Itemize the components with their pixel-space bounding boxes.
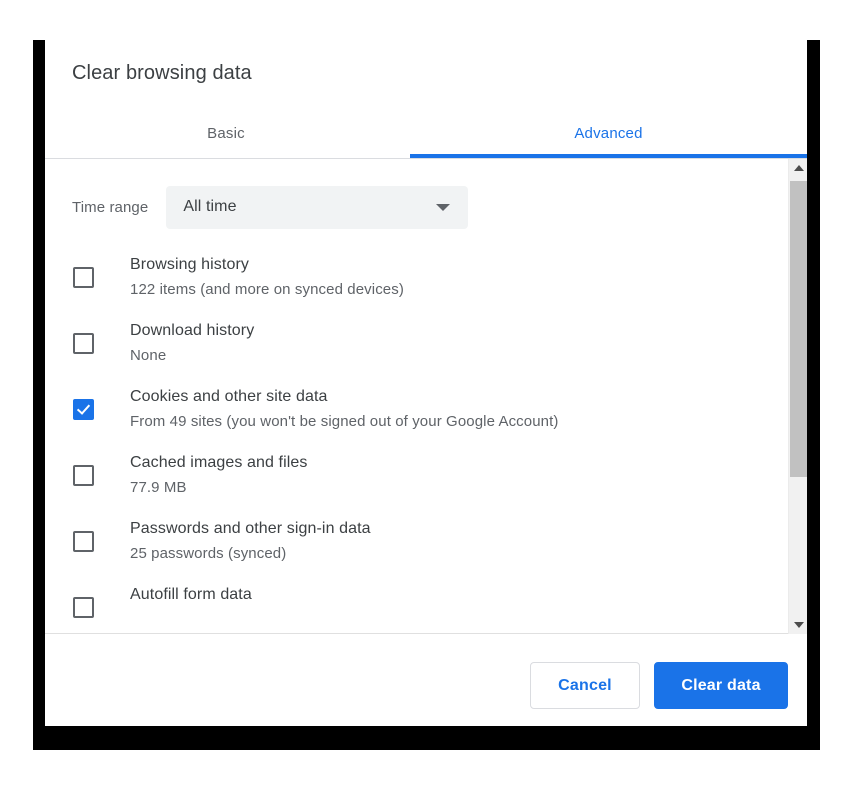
option-row-autofill-form-data[interactable]: Autofill form data xyxy=(45,581,788,633)
time-range-select[interactable]: All time xyxy=(166,185,469,229)
option-texts: Autofill form data xyxy=(130,581,778,609)
option-texts: Passwords and other sign-in data 25 pass… xyxy=(130,515,778,565)
option-texts: Cached images and files 77.9 MB xyxy=(130,449,778,499)
time-range-value: All time xyxy=(183,198,237,215)
option-title: Cached images and files xyxy=(130,454,308,471)
checkbox-autofill-form-data[interactable] xyxy=(73,597,94,618)
clear-browsing-data-dialog: Clear browsing data Basic Advanced Time … xyxy=(45,40,807,726)
option-title: Browsing history xyxy=(130,256,249,273)
option-texts: Browsing history 122 items (and more on … xyxy=(130,251,778,301)
option-texts: Cookies and other site data From 49 site… xyxy=(130,383,778,433)
cancel-button[interactable]: Cancel xyxy=(530,662,640,709)
option-title: Cookies and other site data xyxy=(130,388,328,405)
data-type-option-list: Browsing history 122 items (and more on … xyxy=(45,251,788,633)
option-subtitle: From 49 sites (you won't be signed out o… xyxy=(130,413,559,430)
tab-basic[interactable]: Basic xyxy=(45,110,426,158)
checkbox-download-history[interactable] xyxy=(73,333,94,354)
dialog-title: Clear browsing data xyxy=(72,62,252,84)
checkbox-cookies-and-site-data[interactable] xyxy=(73,399,94,420)
clear-data-button[interactable]: Clear data xyxy=(654,662,788,709)
scrollbar-thumb[interactable] xyxy=(790,181,807,477)
tab-active-indicator xyxy=(410,154,807,158)
time-range-row: Time range All time xyxy=(45,185,469,229)
option-row-browsing-history[interactable]: Browsing history 122 items (and more on … xyxy=(45,251,788,317)
checkbox-cached-images-and-files[interactable] xyxy=(73,465,94,486)
tab-bar: Basic Advanced xyxy=(45,110,807,159)
option-row-passwords-and-signin-data[interactable]: Passwords and other sign-in data 25 pass… xyxy=(45,515,788,581)
options-scroll-content: Time range All time Browsing history 122… xyxy=(45,159,788,633)
scroll-down-arrow-icon[interactable] xyxy=(789,617,807,634)
time-range-label: Time range xyxy=(72,198,149,216)
option-row-cached-images-and-files[interactable]: Cached images and files 77.9 MB xyxy=(45,449,788,515)
options-scroll-area: Time range All time Browsing history 122… xyxy=(45,159,807,634)
option-row-cookies-and-site-data[interactable]: Cookies and other site data From 49 site… xyxy=(45,383,788,449)
checkbox-browsing-history[interactable] xyxy=(73,267,94,288)
options-scrollbar[interactable] xyxy=(788,159,807,634)
scroll-up-arrow-icon[interactable] xyxy=(789,159,807,176)
option-subtitle: 25 passwords (synced) xyxy=(130,545,287,562)
checkbox-passwords-and-signin-data[interactable] xyxy=(73,531,94,552)
option-row-download-history[interactable]: Download history None xyxy=(45,317,788,383)
screen: Clear browsing data Basic Advanced Time … xyxy=(0,0,852,788)
chevron-down-icon xyxy=(436,204,451,211)
option-subtitle: 77.9 MB xyxy=(130,479,187,496)
tab-advanced[interactable]: Advanced xyxy=(410,110,807,158)
option-subtitle: None xyxy=(130,347,167,364)
option-title: Download history xyxy=(130,322,255,339)
option-title: Autofill form data xyxy=(130,586,252,603)
option-texts: Download history None xyxy=(130,317,778,367)
dialog-footer: Cancel Clear data xyxy=(45,635,807,726)
option-title: Passwords and other sign-in data xyxy=(130,520,371,537)
option-subtitle: 122 items (and more on synced devices) xyxy=(130,281,404,298)
option-subtitle xyxy=(130,606,778,609)
